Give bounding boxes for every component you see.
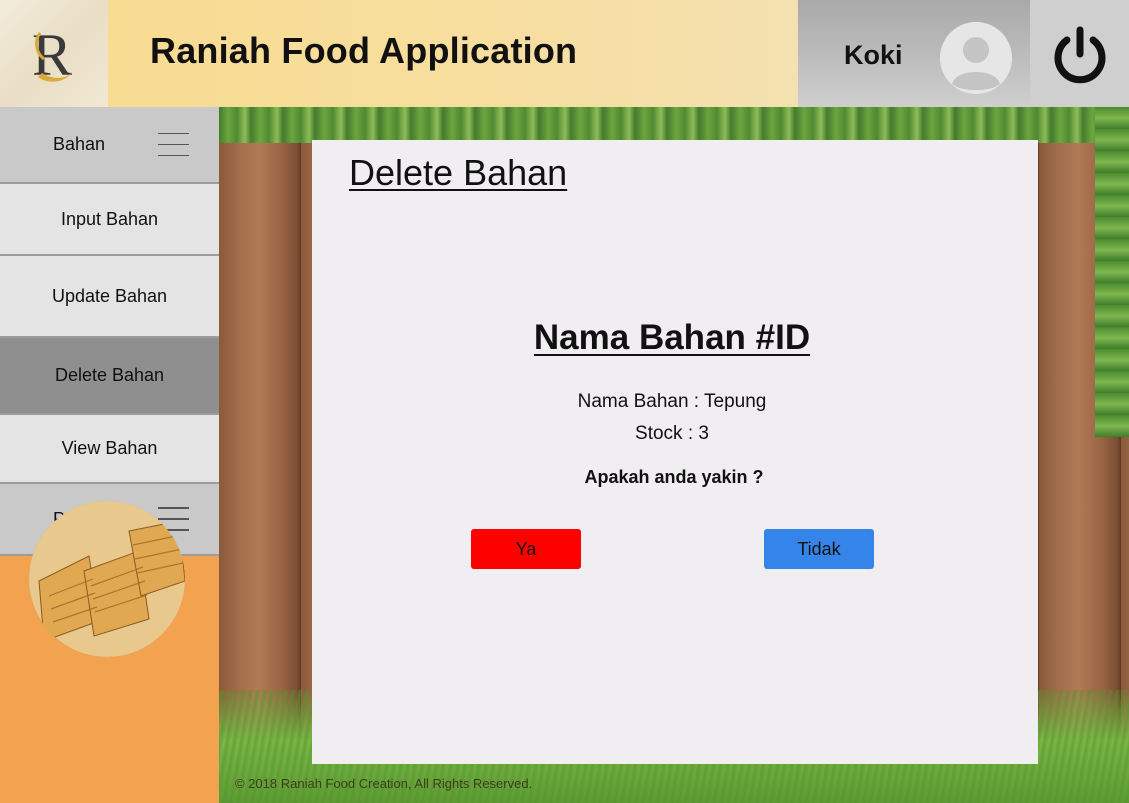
- power-icon: [1054, 26, 1105, 83]
- item-stock-line: Stock : 3: [635, 423, 709, 444]
- item-heading: Nama Bahan #ID: [533, 318, 811, 357]
- no-button[interactable]: Tidak: [764, 529, 874, 569]
- sidebar-item-view-bahan[interactable]: View Bahan: [0, 415, 219, 484]
- confirm-question: Apakah anda yakin ?: [584, 467, 764, 487]
- user-avatar-icon[interactable]: [940, 22, 1012, 94]
- delete-bahan-panel: Delete Bahan Nama Bahan #ID Nama Bahan :…: [312, 140, 1038, 764]
- sidebar-item-input-bahan[interactable]: Input Bahan: [0, 184, 219, 256]
- user-panel[interactable]: Koki: [798, 0, 1030, 107]
- sidebar-item-label: Update Bahan: [51, 285, 168, 306]
- raniah-logo-icon: R: [32, 22, 74, 88]
- power-button[interactable]: [1030, 0, 1129, 107]
- sidebar-category-bahan[interactable]: Bahan: [0, 107, 219, 184]
- sidebar-item-update-bahan[interactable]: Update Bahan: [0, 256, 219, 338]
- layered-cake-photo: [29, 501, 185, 657]
- sidebar-item-label: Delete Bahan: [54, 365, 165, 385]
- sidebar-item-label: Input Bahan: [60, 208, 159, 229]
- sidebar-item-label: Bahan: [53, 134, 106, 154]
- vines-decoration: [219, 107, 1129, 143]
- app-title: Raniah Food Application: [150, 30, 578, 71]
- sidebar-item-delete-bahan[interactable]: Delete Bahan: [0, 338, 219, 415]
- title-bar: Raniah Food Application: [108, 0, 798, 107]
- sidebar: Bahan Input Bahan Update Bahan Delete Ba…: [0, 107, 219, 803]
- copyright-footer: © 2018 Raniah Food Creation, All Rights …: [235, 776, 533, 791]
- sidebar-item-label: View Bahan: [61, 438, 158, 458]
- hamburger-menu-icon[interactable]: [158, 132, 189, 157]
- vines-decoration-right: [1095, 107, 1129, 437]
- item-name-line: Nama Bahan : Tepung: [577, 391, 767, 412]
- page-title: Delete Bahan: [349, 152, 568, 193]
- yes-button[interactable]: Ya: [471, 529, 581, 569]
- user-name: Koki: [844, 40, 903, 70]
- logo: R: [0, 0, 108, 107]
